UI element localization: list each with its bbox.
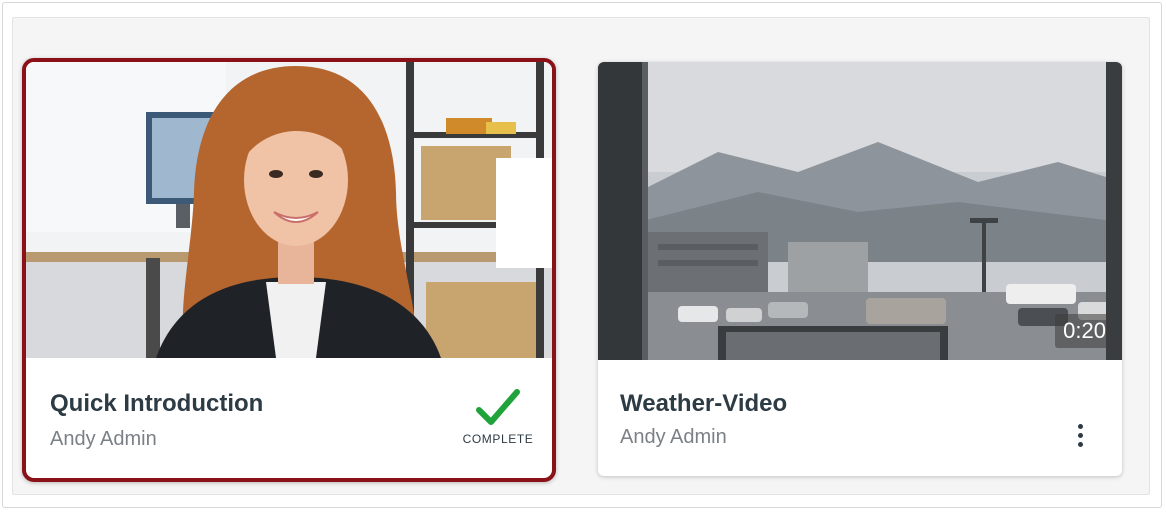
completion-status: COMPLETE <box>458 388 538 446</box>
status-label: COMPLETE <box>462 432 534 446</box>
checkmark-icon <box>476 389 520 425</box>
video-thumbnail[interactable] <box>598 62 1122 360</box>
video-duration: 0:20 <box>1055 314 1114 348</box>
video-title[interactable]: Quick Introduction <box>50 390 263 418</box>
video-title[interactable]: Weather-Video <box>620 390 787 418</box>
video-card-weather-video[interactable]: 0:20 Weather-Video Andy Admin <box>598 62 1122 476</box>
more-vertical-icon[interactable] <box>1074 424 1086 454</box>
video-thumbnail[interactable] <box>26 62 552 358</box>
video-author: Andy Admin <box>620 426 727 448</box>
video-card-quick-introduction[interactable]: Quick Introduction Andy Admin COMPLETE <box>22 58 556 482</box>
video-author: Andy Admin <box>50 428 157 450</box>
